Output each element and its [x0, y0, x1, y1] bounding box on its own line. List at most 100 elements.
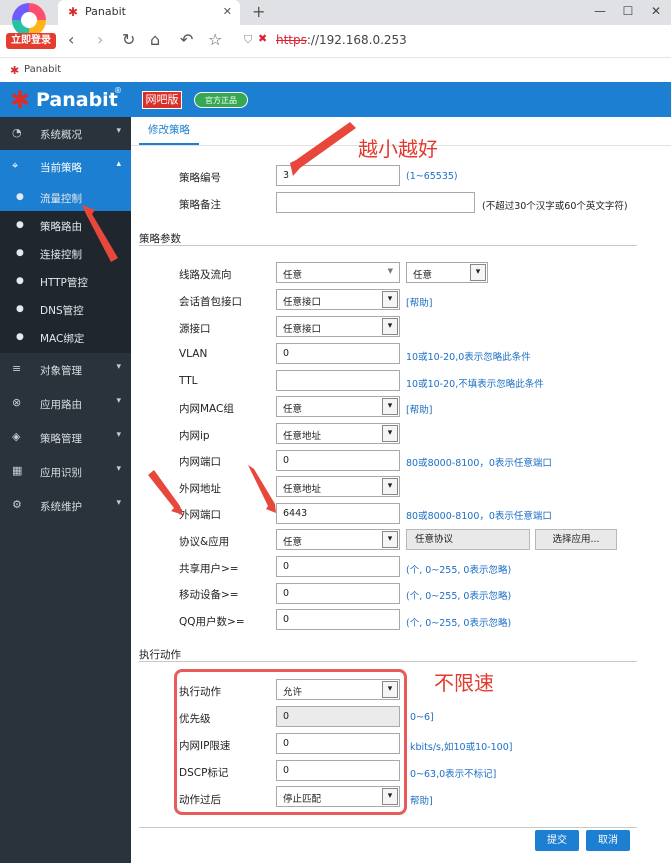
- insecure-lock-icon: ✖: [258, 32, 268, 45]
- sidebar-subitem-traffic-control[interactable]: ● 流量控制: [0, 183, 131, 211]
- any-protocol-button[interactable]: 任意协议: [406, 529, 530, 550]
- mobile-devices-input[interactable]: 0: [276, 583, 400, 604]
- cancel-button[interactable]: 取消: [586, 830, 630, 851]
- back-icon[interactable]: ‹: [68, 30, 74, 50]
- sidebar-subitem-policy-route[interactable]: ● 策略路由: [0, 211, 131, 239]
- undo-icon[interactable]: ↶: [180, 30, 193, 50]
- session-select[interactable]: 任意接口 ▾: [276, 289, 400, 310]
- close-tab-icon[interactable]: ✕: [223, 5, 232, 18]
- chevron-down-icon: ▾: [116, 362, 121, 372]
- home-icon[interactable]: ⌂: [150, 30, 160, 50]
- sidebar-item-label: 应用识别: [40, 467, 82, 479]
- qq-users-label: QQ用户数>=: [179, 616, 245, 628]
- outer-addr-label: 外网地址: [179, 483, 221, 495]
- submit-button[interactable]: 提交: [535, 830, 579, 851]
- sidebar-item-overview[interactable]: ◔ 系统概况 ▾: [0, 117, 131, 150]
- highlight-box: [174, 669, 407, 815]
- src-if-select[interactable]: 任意接口 ▾: [276, 316, 400, 337]
- browser-tab[interactable]: ✱ Panabit ✕: [58, 0, 240, 25]
- chevron-down-icon: ▾: [382, 531, 398, 548]
- outer-addr-select[interactable]: 任意地址 ▾: [276, 476, 400, 497]
- vlan-input[interactable]: 0: [276, 343, 400, 364]
- src-if-select-value: 任意接口: [283, 324, 322, 335]
- sidebar-item-maintenance[interactable]: ⚙ 系统维护 ▾: [0, 489, 131, 522]
- browser-logo[interactable]: 立即登录: [6, 3, 56, 49]
- chevron-down-icon: ▾: [116, 498, 121, 508]
- mobile-devices-label: 移动设备>=: [179, 589, 239, 601]
- netbar-badge: 网吧版: [142, 91, 182, 109]
- sidebar-item-label: 系统概况: [40, 129, 82, 141]
- sidebar-subitem-label: 策略路由: [40, 221, 82, 233]
- registered-mark: ®: [114, 86, 122, 95]
- sidebar-item-label: 对象管理: [40, 365, 82, 377]
- login-badge[interactable]: 立即登录: [6, 33, 56, 49]
- mac-select[interactable]: 任意 ▾: [276, 396, 400, 417]
- chevron-down-icon: ▾: [382, 291, 398, 308]
- shield-icon: ⛉: [244, 33, 253, 46]
- inner-ip-select-value: 任意地址: [283, 431, 322, 442]
- line-select[interactable]: 任意 ▼: [276, 262, 400, 283]
- ttl-input[interactable]: [276, 370, 400, 391]
- policy-note-label: 策略备注: [179, 199, 221, 211]
- sidebar-subitem-dns-control[interactable]: ● DNS管控: [0, 295, 131, 323]
- annotation-no-limit: 不限速: [434, 671, 494, 695]
- mobile-devices-hint: (个, 0~255, 0表示忽略): [406, 591, 512, 602]
- proto-label: 协议&应用: [179, 536, 230, 548]
- sidebar-item-label: 应用路由: [40, 399, 82, 411]
- bullet-icon: ●: [16, 276, 24, 286]
- sidebar-subitem-connection-control[interactable]: ● 连接控制: [0, 239, 131, 267]
- sidebar-item-current-policy[interactable]: ⌖ 当前策略 ▴: [0, 150, 131, 183]
- inner-port-hint: 80或8000-8100，0表示任意端口: [406, 458, 552, 469]
- bookmark-panabit[interactable]: Panabit: [24, 64, 61, 75]
- session-help-link[interactable]: [帮助]: [406, 295, 432, 309]
- dscp-hint: 0~63,0表示不标记]: [410, 769, 497, 780]
- action-section-title: 执行动作: [139, 649, 181, 661]
- shared-users-input[interactable]: 0: [276, 556, 400, 577]
- sidebar-item-objects[interactable]: ≡ 对象管理 ▾: [0, 353, 131, 386]
- address-bar[interactable]: ⛉ ✖ https://192.168.0.253: [236, 30, 666, 52]
- inner-port-input[interactable]: 0: [276, 450, 400, 471]
- qq-users-input[interactable]: 0: [276, 609, 400, 630]
- app-header: ✱ Panabit ® 网吧版 官方正品: [0, 82, 671, 117]
- maximize-button[interactable]: ☐: [614, 0, 642, 25]
- reload-icon[interactable]: ↻: [122, 30, 135, 50]
- select-app-button[interactable]: 选择应用...: [535, 529, 617, 550]
- line-label: 线路及流向: [179, 269, 232, 281]
- panabit-logo-icon: ✱: [10, 86, 31, 114]
- footer-divider: [139, 827, 637, 828]
- layers-icon: ◈: [12, 430, 21, 443]
- close-window-button[interactable]: ✕: [642, 0, 670, 25]
- sidebar-subitem-mac-binding[interactable]: ● MAC绑定: [0, 323, 131, 351]
- sidebar-subitem-http-control[interactable]: ● HTTP管控: [0, 267, 131, 295]
- inner-ip-select[interactable]: 任意地址 ▾: [276, 423, 400, 444]
- policy-note-input[interactable]: [276, 192, 475, 213]
- url-text[interactable]: https://192.168.0.253: [276, 33, 407, 47]
- browser-tabbar: ✱ Panabit ✕ + — ☐ ✕: [0, 0, 671, 25]
- sidebar-item-app-identify[interactable]: ▦ 应用识别 ▾: [0, 455, 131, 488]
- sidebar-item-policy-mgmt[interactable]: ◈ 策略管理 ▾: [0, 421, 131, 454]
- ttl-label: TTL: [179, 375, 198, 387]
- after-action-help-link[interactable]: 帮助]: [410, 793, 433, 807]
- genuine-badge: 官方正品: [194, 92, 248, 108]
- tab-edit-policy[interactable]: 修改策略: [139, 117, 199, 145]
- main-content: 修改策略 策略编号 3 (1~65535) 策略备注 (不超过30个汉字或60个…: [131, 117, 671, 863]
- sidebar-item-app-route[interactable]: ⊗ 应用路由 ▾: [0, 387, 131, 420]
- proto-select[interactable]: 任意 ▾: [276, 529, 400, 550]
- ttl-hint: 10或10-20,不填表示忽略此条件: [406, 379, 544, 390]
- session-label: 会话首包接口: [179, 296, 242, 308]
- chevron-down-icon: ▾: [382, 318, 398, 335]
- forward-icon[interactable]: ›: [97, 30, 103, 50]
- line-select-value: 任意: [283, 270, 303, 281]
- inner-ip-label: 内网ip: [179, 430, 210, 442]
- sidebar-subitem-label: 连接控制: [40, 249, 82, 261]
- policy-no-input[interactable]: 3: [276, 165, 400, 186]
- sidebar-item-label: 策略管理: [40, 433, 82, 445]
- new-tab-button[interactable]: +: [252, 2, 265, 21]
- minimize-button[interactable]: —: [586, 0, 614, 25]
- mac-help-link[interactable]: [帮助]: [406, 402, 432, 416]
- policy-note-hint: (不超过30个汉字或60个英文字符): [482, 201, 628, 212]
- bullet-icon: ●: [16, 220, 24, 230]
- line-direction-select[interactable]: 任意 ▾: [406, 262, 488, 283]
- star-icon[interactable]: ☆: [208, 30, 222, 50]
- outer-port-input[interactable]: 6443: [276, 503, 400, 524]
